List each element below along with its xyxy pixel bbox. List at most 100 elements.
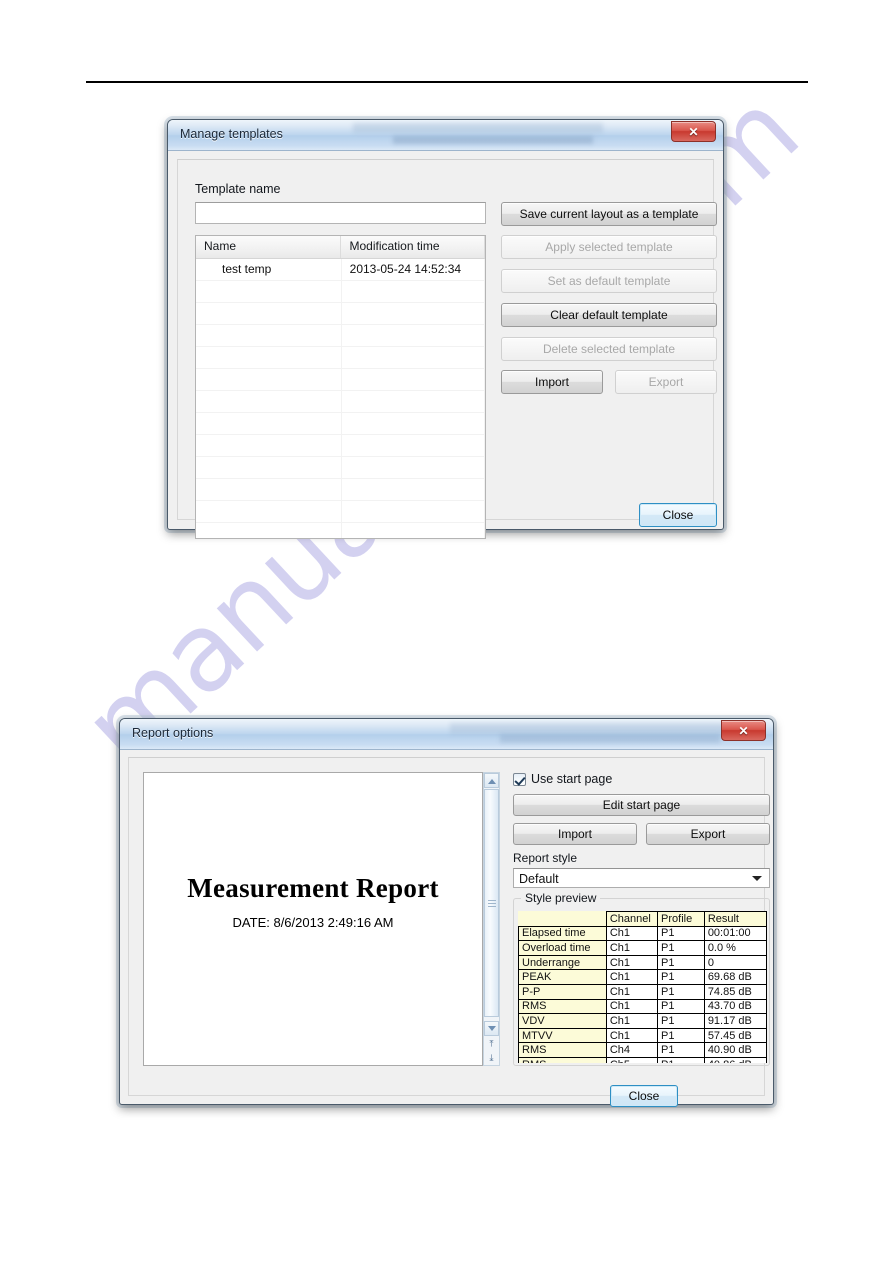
dialog2-close-icon[interactable]: ✕: [721, 720, 766, 741]
style-table-row: Elapsed time Ch1 P1 00:01:00: [518, 925, 767, 942]
cell-modification-time: [342, 501, 485, 522]
table-row[interactable]: [196, 479, 485, 501]
report-export-button[interactable]: Export: [646, 823, 770, 845]
table-row[interactable]: [196, 369, 485, 391]
delete-selected-template-button[interactable]: Delete selected template: [501, 337, 717, 361]
dialog1-title: Manage templates: [180, 127, 283, 141]
use-start-page-checkbox[interactable]: Use start page: [513, 772, 612, 786]
report-preview-title: Measurement Report: [187, 873, 439, 903]
cell-name: [196, 391, 342, 412]
manage-templates-dialog: Manage templates ✕ Template name Name Mo…: [167, 119, 724, 539]
table-row[interactable]: [196, 281, 485, 303]
style-table-row: RMS Ch1 P1 43.70 dB: [518, 998, 767, 1015]
scroll-down-icon[interactable]: [484, 1021, 499, 1036]
cell-channel: Ch1: [605, 925, 659, 942]
report-preview-scrollbar[interactable]: ⤒ ⤓: [483, 772, 500, 1066]
cell-result: 0.0 %: [703, 940, 767, 956]
style-table-header-row: Channel Profile Result: [518, 911, 767, 927]
cell-channel: Ch1: [605, 954, 659, 971]
template-name-label: Template name: [195, 182, 281, 196]
report-import-button[interactable]: Import: [513, 823, 637, 845]
cell-name: [196, 347, 342, 368]
cell-modification-time: [342, 369, 485, 390]
previous-page-icon[interactable]: ⤒: [484, 1037, 499, 1051]
export-button[interactable]: Export: [615, 370, 717, 394]
table-row[interactable]: [196, 435, 485, 457]
dialog2-body: Measurement Report DATE: 8/6/2013 2:49:1…: [120, 749, 773, 1107]
templates-list-body: test temp 2013-05-24 14:52:34: [196, 259, 485, 538]
cell-channel: Ch5: [605, 1056, 659, 1063]
clear-default-template-button[interactable]: Clear default template: [501, 303, 717, 327]
column-header-modification-time[interactable]: Modification time: [341, 236, 485, 258]
table-row[interactable]: [196, 457, 485, 479]
cell-name: [196, 479, 342, 500]
cell-channel: Ch1: [605, 998, 659, 1015]
dialog1-ghost-artifact-1: [353, 123, 603, 133]
style-preview-clip: Channel Profile Result Elapsed time Ch1 P1 00:…: [518, 911, 767, 1063]
style-table-row: MTVV Ch1 P1 57.45 dB: [518, 1027, 767, 1044]
cell-name: [196, 413, 342, 434]
dialog1-close-button[interactable]: Close: [639, 503, 717, 527]
cell-profile: P1: [657, 1042, 705, 1058]
dialog2-ghost-artifact-2: [500, 734, 720, 743]
table-row[interactable]: [196, 347, 485, 369]
dialog1-ghost-artifact-2: [393, 136, 593, 144]
cell-channel: Ch1: [605, 969, 659, 985]
cell-metric: Elapsed time: [518, 925, 607, 942]
dialog2-titlebar[interactable]: Report options ✕: [120, 719, 773, 750]
style-table-row: Overload time Ch1 P1 0.0 %: [518, 940, 767, 956]
cell-name: [196, 457, 342, 478]
table-row[interactable]: [196, 303, 485, 325]
column-header-profile: Profile: [657, 911, 705, 927]
cell-modification-time: [342, 303, 485, 324]
cell-result: 74.85 dB: [703, 983, 767, 1000]
table-row[interactable]: [196, 325, 485, 347]
table-row[interactable]: [196, 413, 485, 435]
template-name-input[interactable]: [195, 202, 486, 224]
cell-metric: Overload time: [518, 940, 607, 956]
style-preview-table: Channel Profile Result Elapsed time Ch1 P1 00:…: [518, 911, 767, 1063]
cell-profile: P1: [657, 1013, 705, 1029]
column-header-name[interactable]: Name: [196, 236, 342, 258]
dialog2-ghost-artifact-1: [450, 723, 740, 734]
cell-modification-time: [342, 325, 485, 346]
cell-modification-time: [342, 435, 485, 456]
chevron-down-icon: [752, 876, 762, 881]
next-page-icon[interactable]: ⤓: [484, 1051, 499, 1065]
cell-modification-time: [342, 479, 485, 500]
table-row[interactable]: [196, 501, 485, 523]
apply-selected-template-button[interactable]: Apply selected template: [501, 235, 717, 259]
cell-metric: Underrange: [518, 954, 607, 971]
scrollbar-thumb[interactable]: [484, 789, 499, 1017]
report-style-select[interactable]: Default: [513, 868, 770, 888]
dialog1-titlebar[interactable]: Manage templates ✕: [168, 120, 723, 151]
templates-list-header: Name Modification time: [196, 236, 485, 259]
dialog1-body: Template name Name Modification time tes…: [168, 150, 723, 539]
table-row[interactable]: test temp 2013-05-24 14:52:34: [196, 259, 485, 281]
cell-channel: Ch1: [605, 983, 659, 1000]
table-row[interactable]: [196, 523, 485, 538]
scroll-up-icon[interactable]: [484, 773, 499, 788]
table-row[interactable]: [196, 391, 485, 413]
dialog2-content-panel: Measurement Report DATE: 8/6/2013 2:49:1…: [128, 757, 770, 1107]
style-table-row: RMS Ch4 P1 40.90 dB: [518, 1042, 767, 1058]
cell-profile: P1: [657, 1056, 705, 1063]
cell-modification-time: [342, 413, 485, 434]
cell-channel: Ch4: [605, 1042, 659, 1058]
set-as-default-template-button[interactable]: Set as default template: [501, 269, 717, 293]
cell-modification-time: [342, 523, 485, 538]
save-current-layout-button[interactable]: Save current layout as a template: [501, 202, 717, 226]
dialog2-close-button[interactable]: Close: [610, 1085, 678, 1107]
cell-metric: RMS: [518, 998, 607, 1015]
dialog1-close-icon[interactable]: ✕: [671, 121, 716, 142]
style-table-row: RMSCh5P140.86 dB: [518, 1056, 767, 1063]
templates-list[interactable]: Name Modification time test temp 2013-05-…: [195, 235, 486, 539]
cell-metric: VDV: [518, 1013, 607, 1029]
cell-result: 0: [703, 954, 767, 971]
cell-modification-time: [342, 457, 485, 478]
cell-modification-time: 2013-05-24 14:52:34: [342, 259, 485, 280]
import-button[interactable]: Import: [501, 370, 603, 394]
edit-start-page-button[interactable]: Edit start page: [513, 794, 770, 816]
cell-result: 57.45 dB: [703, 1027, 767, 1044]
cell-profile: P1: [657, 969, 705, 985]
